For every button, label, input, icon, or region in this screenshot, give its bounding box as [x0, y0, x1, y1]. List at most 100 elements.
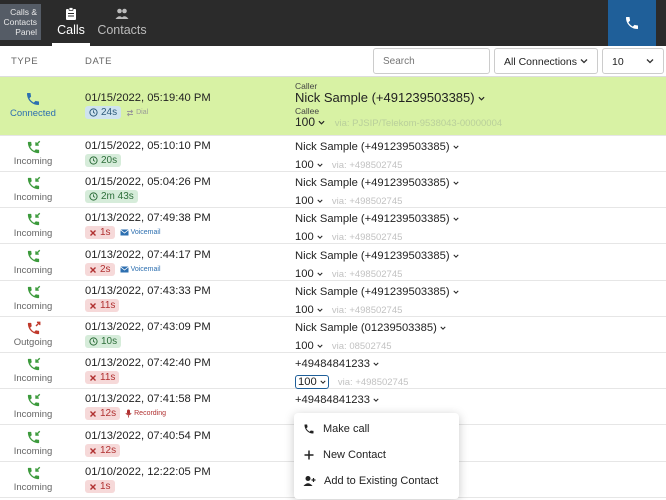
chevron-down-icon [373, 398, 379, 402]
tag-label: Recording [134, 410, 167, 417]
call-badges: 1s Voicemail [85, 226, 161, 239]
duration-text: 1s [100, 227, 111, 238]
missed-x-icon [90, 374, 96, 381]
duration-badge: 12s [85, 444, 121, 457]
transfer-icon [126, 109, 134, 116]
chevron-down-icon [453, 145, 459, 149]
call-type: Outgoing [0, 321, 66, 348]
call-badges: 12s [85, 444, 121, 457]
voicemail-tag[interactable]: Voicemail [119, 266, 161, 273]
call-type-label: Outgoing [13, 337, 53, 348]
call-type-label: Incoming [13, 192, 53, 203]
dial-button[interactable] [608, 0, 656, 46]
duration-badge: 2m 43s [85, 190, 138, 203]
duration-badge: 1s [85, 480, 115, 493]
via-text: via: +498502745 [337, 377, 409, 388]
callee-dropdown[interactable]: 100 via: +498502745 [295, 195, 402, 207]
caller-dropdown[interactable]: Nick Sample (+491239503385) [295, 177, 459, 189]
recording-tag[interactable]: Recording [125, 409, 166, 418]
duration-text: 12s [100, 445, 117, 456]
via-text: via: +498502745 [331, 305, 403, 316]
callee-number-wrap: 100 [295, 268, 323, 280]
callee-number-wrap: 100 [295, 195, 323, 207]
phone-icon [626, 17, 638, 29]
callee-dropdown[interactable]: 100 via: +498502745 [295, 375, 409, 389]
call-date: 01/15/2022, 05:19:40 PM [85, 92, 211, 104]
context-menu: Make call New Contact Add to Existing Co… [294, 413, 459, 499]
caller-dropdown[interactable]: Nick Sample (+491239503385) [295, 141, 459, 153]
chevron-down-icon [453, 290, 459, 294]
call-badges: 2s Voicemail [85, 263, 161, 276]
chevron-down-icon [317, 163, 323, 167]
tab-contacts-label: Contacts [97, 23, 147, 37]
callee-dropdown[interactable]: 100 via: PJSIP/Telekom-9538043-00000004 [295, 115, 502, 129]
call-date: 01/15/2022, 05:04:26 PM [85, 176, 211, 188]
people-icon [115, 8, 129, 19]
callee-number: 100 [295, 195, 314, 207]
callee-dropdown[interactable]: 100 via: +498502745 [295, 268, 402, 280]
callee-dropdown[interactable]: 100 via: 08502745 [295, 340, 392, 352]
call-row[interactable]: Incoming 01/13/2022, 07:43:33 PM 11s Nic… [0, 281, 666, 317]
caller-name: Nick Sample (01239503385) [295, 322, 437, 334]
call-row[interactable]: Outgoing 01/13/2022, 07:43:09 PM 10s Nic… [0, 317, 666, 353]
chevron-down-icon [317, 272, 323, 276]
caller-dropdown[interactable]: +49484841233 [295, 358, 379, 370]
duration-badge: 12s [85, 407, 121, 420]
caller-name: Nick Sample (+491239503385) [295, 286, 450, 298]
callee-dropdown[interactable]: 100 via: +498502745 [295, 159, 402, 171]
voicemail-tag[interactable]: Voicemail [119, 229, 161, 236]
phone-icon [304, 424, 314, 434]
missed-x-icon [90, 302, 96, 309]
chevron-down-icon [320, 380, 326, 384]
callee-dropdown[interactable]: 100 via: +498502745 [295, 231, 402, 243]
menu-item-add-existing[interactable]: Add to Existing Contact [294, 468, 459, 494]
callee-dropdown[interactable]: 100 via: +498502745 [295, 304, 402, 316]
call-row[interactable]: Incoming 01/13/2022, 07:44:17 PM 2s Voic… [0, 245, 666, 281]
chevron-down-icon [317, 308, 323, 312]
page-size-select[interactable]: 10 [602, 48, 664, 74]
incoming-call-icon [27, 285, 40, 299]
callee-number: 100 [298, 376, 317, 388]
callee-number-wrap: 100 [295, 375, 329, 389]
call-type: Incoming [0, 466, 66, 493]
connection-filter-value: All Connections [504, 56, 577, 68]
menu-item-new-contact[interactable]: New Contact [294, 442, 459, 468]
connection-filter[interactable]: All Connections [494, 48, 598, 74]
caller-name: Nick Sample (+491239503385) [295, 90, 475, 105]
call-row[interactable]: Incoming 01/15/2022, 05:04:26 PM 2m 43s … [0, 172, 666, 208]
menu-item-make-call[interactable]: Make call [294, 416, 459, 442]
incoming-call-icon [27, 393, 40, 407]
phone-connected-icon [27, 93, 39, 105]
call-date: 01/13/2022, 07:44:17 PM [85, 249, 211, 261]
duration-badge: 11s [85, 371, 120, 384]
duration-text: 24s [101, 107, 118, 118]
callee-number: 100 [295, 159, 314, 171]
active-call-row[interactable]: Connected 01/15/2022, 05:19:40 PM 24s Di… [0, 77, 666, 136]
call-type-label: Incoming [13, 301, 53, 312]
via-text: via: PJSIP/Telekom-9538043-00000004 [334, 118, 503, 129]
call-type: Incoming [0, 393, 66, 420]
caller-dropdown[interactable]: Nick Sample (+491239503385) [295, 90, 485, 105]
call-row[interactable]: Incoming 01/13/2022, 07:42:40 PM 11s +49… [0, 353, 666, 389]
caller-dropdown[interactable]: +49484841233 [295, 394, 379, 406]
caller-dropdown[interactable]: Nick Sample (01239503385) [295, 322, 446, 334]
incoming-call-icon [27, 249, 40, 263]
call-date: 01/13/2022, 07:40:54 PM [85, 430, 211, 442]
tab-calls[interactable]: Calls [52, 6, 90, 46]
call-type: Incoming [0, 285, 66, 312]
tab-contacts[interactable]: Contacts [96, 6, 148, 46]
caller-dropdown[interactable]: Nick Sample (+491239503385) [295, 213, 459, 225]
caller-dropdown[interactable]: Nick Sample (+491239503385) [295, 286, 459, 298]
duration-badge: 1s [85, 226, 115, 239]
call-type: Incoming [0, 140, 66, 167]
search-input[interactable] [373, 48, 490, 74]
chevron-down-icon [318, 120, 325, 125]
call-row[interactable]: Incoming 01/15/2022, 05:10:10 PM 20s Nic… [0, 136, 666, 172]
plus-icon [304, 450, 314, 460]
call-row[interactable]: Incoming 01/13/2022, 07:49:38 PM 1s Voic… [0, 208, 666, 244]
add-person-icon [303, 476, 316, 486]
callee-number: 100 [295, 268, 314, 280]
call-type-label: Incoming [13, 228, 53, 239]
caller-dropdown[interactable]: Nick Sample (+491239503385) [295, 250, 459, 262]
duration-text: 12s [100, 408, 117, 419]
